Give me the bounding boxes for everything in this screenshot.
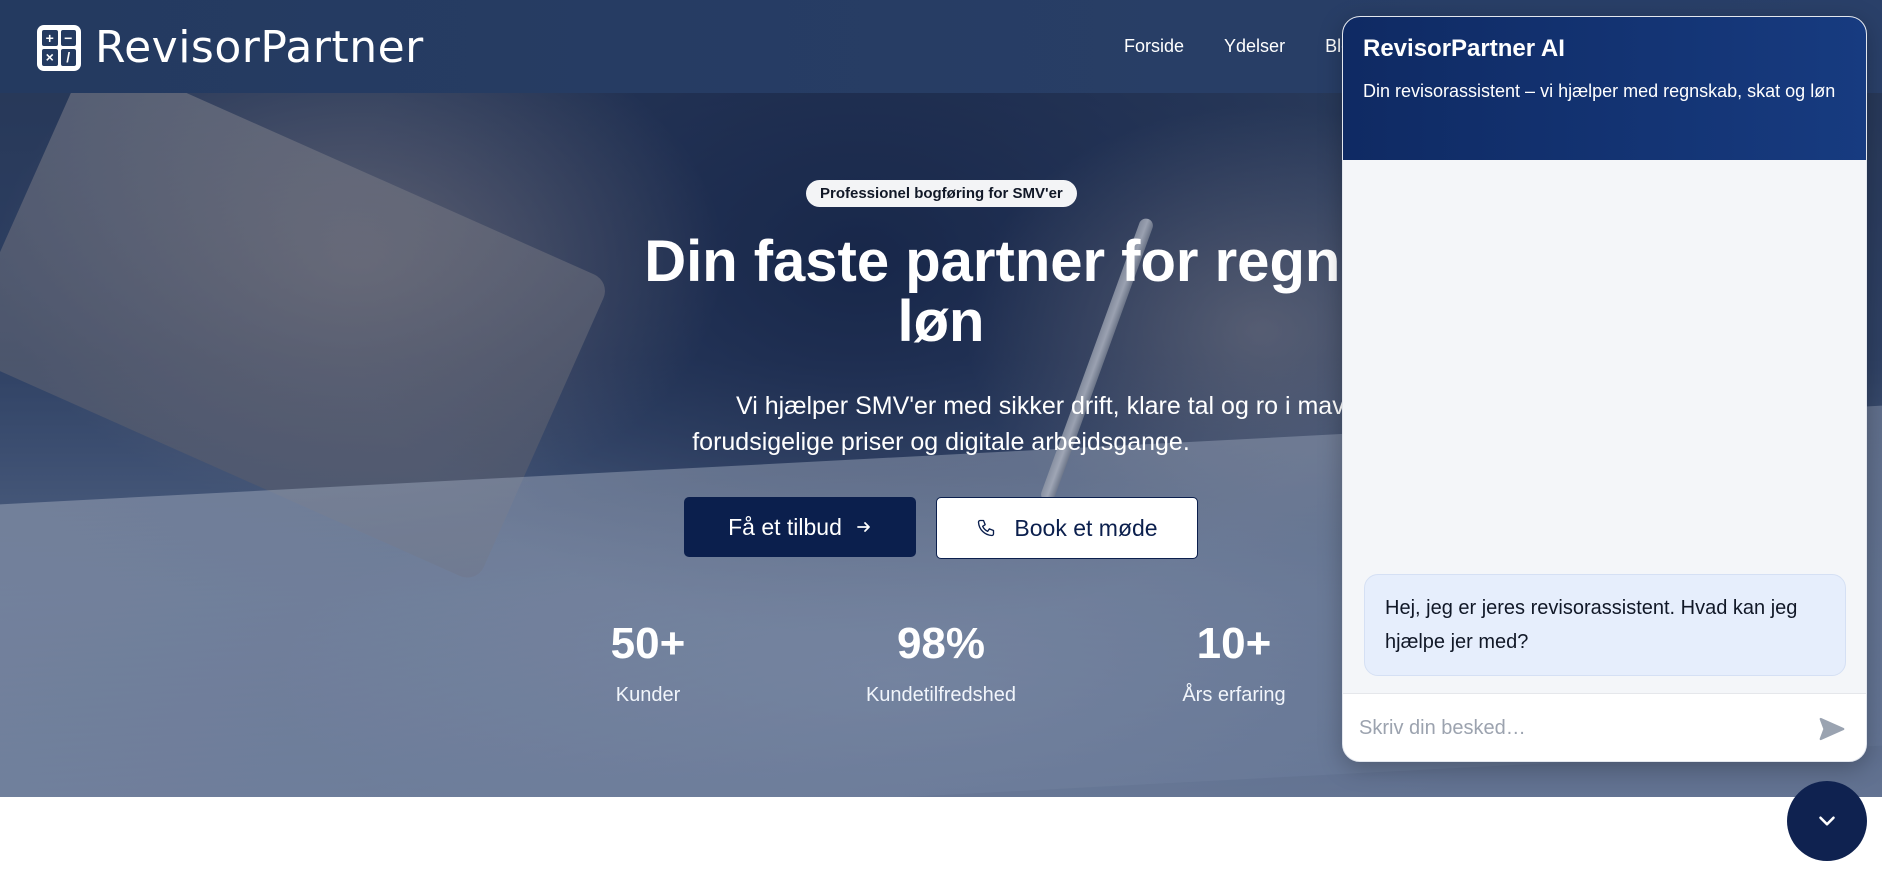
stat-label: Kundetilfredshed — [865, 684, 1017, 706]
nav-item-forside[interactable]: Forside — [1124, 36, 1184, 57]
phone-icon — [978, 519, 995, 537]
logo-symbol: − — [60, 29, 76, 46]
arrow-right-icon — [856, 522, 870, 532]
chevron-down-icon — [1819, 816, 1835, 826]
hero-subtitle-line2: forudsigelige priser og digitale arbejds… — [692, 428, 1190, 456]
nav-item-ydelser[interactable]: Ydelser — [1224, 36, 1285, 57]
logo-symbol: + — [42, 29, 58, 46]
send-icon — [1819, 717, 1845, 740]
chat-widget: RevisorPartner AI Din revisorassistent –… — [1342, 16, 1867, 762]
brand-logo[interactable]: + − × / RevisorPartner — [37, 22, 424, 73]
main-nav: Forside Ydelser Blog — [1124, 36, 1361, 57]
chat-message-input[interactable] — [1359, 717, 1812, 740]
chat-message-assistant: Hej, jeg er jeres revisorassistent. Hvad… — [1364, 574, 1846, 676]
stat-experience: 10+ Års erfaring — [1124, 618, 1344, 707]
stat-label: Års erfaring — [1182, 684, 1286, 706]
hero-badge: Professionel bogføring for SMV'er — [806, 180, 1077, 207]
stat-value: 50+ — [610, 619, 686, 668]
hero-title-line2: løn — [897, 289, 985, 354]
calculator-icon: + − × / — [37, 24, 81, 71]
stat-satisfaction: 98% Kundetilfredshed — [831, 618, 1051, 707]
chat-input-bar — [1343, 693, 1866, 761]
stat-label: Kunder — [615, 684, 681, 706]
send-button[interactable] — [1812, 709, 1852, 749]
stat-value: 10+ — [1196, 619, 1272, 668]
chat-toggle-button[interactable] — [1787, 781, 1867, 861]
chat-title: RevisorPartner AI — [1363, 35, 1565, 62]
logo-symbol: × — [42, 49, 58, 66]
get-quote-button[interactable]: Få et tilbud — [684, 497, 916, 557]
stat-value: 98% — [896, 619, 986, 668]
get-quote-label: Få et tilbud — [728, 513, 842, 540]
brand-name: RevisorPartner — [95, 22, 424, 73]
book-meeting-label: Book et møde — [1014, 514, 1158, 541]
chat-header: RevisorPartner AI Din revisorassistent –… — [1343, 17, 1866, 160]
chat-subtitle: Din revisorassistent – vi hjælper med re… — [1363, 81, 1836, 101]
book-meeting-button[interactable]: Book et møde — [936, 497, 1198, 559]
stat-customers: 50+ Kunder — [538, 618, 758, 707]
logo-symbol: / — [60, 49, 76, 66]
